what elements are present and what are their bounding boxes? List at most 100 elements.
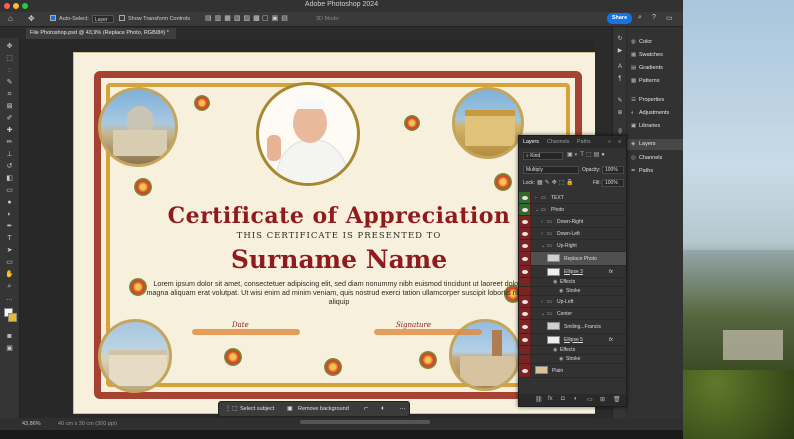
chevron-icon[interactable]: ⌄ [541,311,545,317]
blend-mode-dropdown[interactable]: Multiply [523,166,579,174]
panel-channels[interactable]: ◎ Channels [631,155,662,161]
collapse-panel-icon[interactable]: » [608,139,611,145]
type-tool-icon[interactable]: T [4,234,15,243]
chevron-icon[interactable]: › [541,231,543,237]
lasso-tool-icon[interactable]: ◌ [4,66,15,75]
marquee-tool-icon[interactable]: ⬚ [4,54,15,63]
visibility-eye-icon[interactable] [519,287,531,295]
distribute-icons[interactable]: ▢▣▤ [262,14,291,22]
visibility-eye-icon[interactable] [519,266,531,277]
zoom-tool-icon[interactable]: ⌕ [4,282,15,291]
paragraph-icon[interactable]: ¶ [616,75,624,83]
visibility-eye-icon[interactable] [519,192,531,203]
history-brush-icon[interactable]: ↺ [4,162,15,171]
auto-select-checkbox[interactable] [50,15,56,21]
panel-gradients[interactable]: ▤ Gradients [631,65,663,71]
effect-eye-icon[interactable]: ◉ [559,288,563,294]
move-tool-icon[interactable]: ✥ [28,14,35,23]
fx-badge[interactable]: fx [609,337,613,343]
screen-mode-icon[interactable]: ▣ [4,344,15,353]
delete-layer-icon[interactable]: 🗑 [613,396,621,403]
chevron-icon[interactable]: › [541,219,543,225]
panel-color[interactable]: ◍ Color [631,39,652,45]
search-icon[interactable]: ⌕ [638,14,642,22]
visibility-eye-icon[interactable] [519,334,531,345]
visibility-eye-icon[interactable] [519,296,531,307]
panel-adjustments[interactable]: ◐ Adjustments [631,110,669,116]
share-button[interactable]: Share [607,13,632,24]
eyedropper-tool-icon[interactable]: ✐ [4,114,15,123]
panel-layers[interactable]: ◈ Layers [627,139,683,150]
visibility-eye-icon[interactable] [519,355,531,363]
layer-row[interactable]: ◉ Effects [519,278,626,287]
show-transform-checkbox[interactable] [119,15,125,21]
effect-eye-icon[interactable]: ◉ [553,347,557,353]
gradient-tool-icon[interactable]: ▭ [4,186,15,195]
new-layer-icon[interactable]: ⊞ [600,396,605,403]
visibility-eye-icon[interactable] [519,228,531,239]
panel-menu-icon[interactable]: ≡ [618,139,621,145]
document-tab[interactable]: File Photoshop.psd @ 43,9% (Replace Phot… [26,28,176,39]
panel-swatches[interactable]: ▦ Swatches [631,52,663,58]
more-tools-icon[interactable]: … [4,294,15,303]
rectangle-tool-icon[interactable]: ▭ [4,258,15,267]
tab-layers[interactable]: Layers [523,139,539,145]
crop-tool-icon[interactable]: ⌗ [4,90,15,99]
quick-select-tool-icon[interactable]: ✎ [4,78,15,87]
help-icon[interactable]: ? [652,14,656,21]
more-options-icon[interactable]: … [399,404,406,411]
canvas-area[interactable]: Certificate of Appreciation THIS CERTIFI… [20,39,595,419]
workspace-icon[interactable]: ▭ [666,14,673,22]
panel-patterns[interactable]: ▩ Patterns [631,78,659,84]
layer-row[interactable]: › ▭ Down-Right [519,216,626,228]
brush-settings-icon[interactable]: ✎ [616,97,624,105]
chevron-icon[interactable]: › [535,195,537,201]
layer-row[interactable]: Ellipse 3 fx [519,266,626,278]
horizontal-scrollbar[interactable] [300,420,430,424]
move-tool-icon[interactable]: ✥ [4,42,15,51]
healing-brush-icon[interactable]: ✚ [4,126,15,135]
layer-row[interactable]: › ▭ TEXT [519,192,626,204]
adjustment-layer-icon[interactable]: ◐ [574,396,578,402]
layer-row[interactable]: ◉ Stroke [519,355,626,364]
layer-row[interactable]: ◉ Effects [519,346,626,355]
hand-tool-icon[interactable]: ✋ [4,270,15,279]
layer-row[interactable]: Plain [519,364,626,378]
fill-field[interactable]: 100% [602,179,624,187]
pen-tool-icon[interactable]: ✒ [4,222,15,231]
panel-libraries[interactable]: ▣ Libraries [631,123,660,129]
character-icon[interactable]: A [616,63,624,71]
layer-row[interactable]: ⌄ ▭ Center [519,308,626,320]
transform-icon[interactable]: ⌐ [364,405,368,412]
layer-row[interactable]: ⌄ ▭ Up-Right [519,240,626,252]
mask-icon[interactable]: ◐ [381,405,385,412]
frame-tool-icon[interactable]: ⊠ [4,102,15,111]
layer-row[interactable]: ⌄ ▭ Photo [519,204,626,216]
background-color-swatch[interactable] [8,313,17,322]
visibility-eye-icon[interactable] [519,364,531,377]
align-icons[interactable]: ▤▥▦▧▨▩ [205,14,263,22]
blur-tool-icon[interactable]: ● [4,198,15,207]
eraser-tool-icon[interactable]: ◧ [4,174,15,183]
add-mask-icon[interactable]: ◘ [561,396,565,402]
history-icon[interactable]: ↻ [616,35,624,43]
layer-row[interactable]: › ▭ Down-Left [519,228,626,240]
panel-paths[interactable]: ✒ Paths [631,168,653,174]
brush-tool-icon[interactable]: ✏ [4,138,15,147]
effect-eye-icon[interactable]: ◉ [559,356,563,362]
quick-mask-icon[interactable]: ◙ [4,332,15,341]
chevron-icon[interactable]: ⌄ [541,243,545,249]
remove-background-icon[interactable]: ▣ [287,405,293,412]
select-subject-icon[interactable]: ⬚ [232,405,238,412]
visibility-eye-icon[interactable] [519,320,531,333]
lock-icons[interactable]: ▦✎✥⬚🔒 [537,179,576,186]
clone-stamp-icon[interactable]: ⊥ [4,150,15,159]
layer-row[interactable]: Replace Photo [519,252,626,266]
dodge-tool-icon[interactable]: ◐ [4,210,15,219]
add-style-icon[interactable]: fx [548,396,553,402]
drag-handle-icon[interactable]: ⋮ [225,405,231,412]
layer-row[interactable]: Smiling...Francis [519,320,626,334]
layer-row[interactable]: › ▭ Up-Left [519,296,626,308]
panel-properties[interactable]: ☰ Properties [631,97,664,103]
visibility-eye-icon[interactable] [519,204,531,215]
